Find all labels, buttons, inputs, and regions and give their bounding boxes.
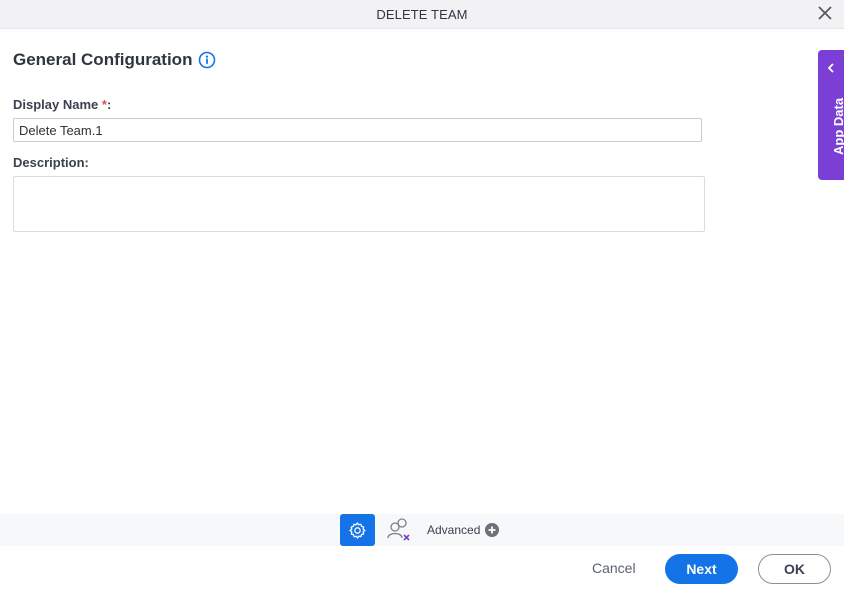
advanced-link[interactable]: Advanced — [427, 523, 480, 537]
app-data-label: App Data — [831, 97, 844, 155]
display-name-label: Display Name *: — [13, 97, 111, 112]
info-icon[interactable] — [198, 51, 216, 69]
next-button[interactable]: Next — [665, 554, 738, 584]
cancel-button[interactable]: Cancel — [592, 560, 636, 576]
gear-icon — [349, 522, 366, 539]
ok-button[interactable]: OK — [758, 554, 831, 584]
chevron-left-icon — [827, 63, 834, 73]
description-input[interactable] — [13, 176, 705, 232]
display-name-input[interactable] — [13, 118, 702, 142]
display-name-label-text: Display Name — [13, 97, 102, 112]
section-title: General Configuration — [13, 50, 193, 69]
dialog-titlebar: DELETE TEAM — [0, 0, 844, 29]
label-suffix: : — [106, 97, 112, 112]
remove-users-icon[interactable] — [386, 516, 412, 544]
description-label: Description: — [13, 155, 89, 170]
plus-circle-icon[interactable] — [485, 523, 499, 537]
close-icon[interactable] — [816, 4, 834, 22]
settings-tab-button[interactable] — [340, 514, 375, 546]
dialog-title: DELETE TEAM — [376, 7, 468, 22]
app-data-panel-toggle[interactable]: App Data — [818, 50, 844, 180]
bottom-toolbar — [0, 514, 844, 546]
